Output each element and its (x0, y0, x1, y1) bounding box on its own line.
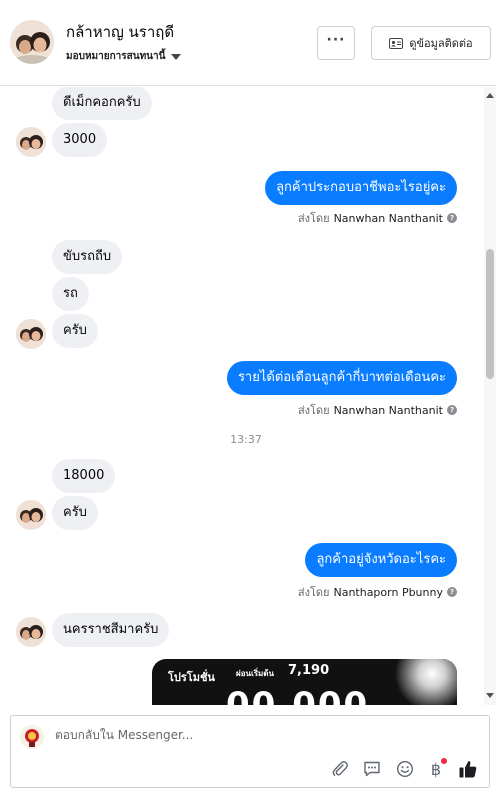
incoming-message: ขับรถถีบ (52, 240, 123, 274)
like-icon[interactable] (457, 758, 479, 780)
sender-name: Nanwhan Nanthanit (333, 403, 443, 417)
promotion-image-message[interactable]: โปรโมชั่น ผ่อนเริ่มต้น 7,190 00,000 (152, 659, 457, 705)
promo-installment: ผ่อนเริ่มต้น (236, 669, 274, 678)
sender-name: Nanwhan Nanthanit (333, 211, 443, 225)
assign-conversation-dropdown[interactable]: มอบหมายการสนทนานี้ (66, 49, 182, 64)
help-icon[interactable]: ? (447, 587, 457, 597)
contact-name[interactable]: กล้าหาญ นราฤดี (66, 20, 174, 44)
more-icon: ··· (326, 32, 346, 48)
promo-label: โปรโมชั่น (168, 671, 215, 684)
contact-avatar-small (16, 319, 46, 349)
outgoing-message: รายได้ต่อเดือนลูกค้ากี่บาทต่อเดือนคะ (226, 361, 457, 395)
view-contact-info-button[interactable]: ดูข้อมูลติดต่อ (371, 26, 491, 60)
sent-by-label: ส่งโดย Nanthaporn Pbunny ? (298, 583, 457, 601)
sent-by-prefix: ส่งโดย (297, 212, 330, 225)
thread-scrollbar[interactable] (484, 87, 496, 705)
contact-avatar-small (16, 617, 46, 647)
emoji-icon[interactable] (394, 758, 416, 780)
reply-input[interactable] (55, 728, 475, 742)
contact-avatar-small (16, 500, 46, 530)
incoming-message: ครับ (52, 496, 98, 530)
message-thread: ดีเม็กคอกครับ 3000 ลูกค้าประกอบอาชีพอะไร… (0, 87, 484, 705)
help-icon[interactable]: ? (447, 213, 457, 223)
scroll-up-arrow-icon[interactable] (486, 93, 494, 98)
caret-down-icon (171, 53, 182, 60)
incoming-message: 18000 (52, 459, 116, 493)
contact-avatar-small (16, 127, 46, 157)
contact-card-icon (389, 37, 404, 49)
payment-icon[interactable]: ฿ (425, 758, 447, 780)
message-timestamp: 13:37 (230, 433, 262, 446)
attach-icon[interactable] (329, 758, 351, 780)
more-button[interactable]: ··· (317, 26, 355, 60)
sent-by-prefix: ส่งโดย (297, 586, 330, 599)
incoming-message: ครับ (52, 314, 98, 348)
incoming-message: นครราชสีมาครับ (52, 613, 170, 647)
contact-info-label: ดูข้อมูลติดต่อ (409, 37, 473, 50)
sender-name: Nanthaporn Pbunny (333, 585, 443, 599)
assign-label: มอบหมายการสนทนานี้ (66, 51, 166, 62)
help-icon[interactable]: ? (447, 405, 457, 415)
promo-glow (392, 659, 457, 705)
scrollbar-thumb[interactable] (486, 249, 494, 379)
page-avatar (20, 725, 44, 749)
sent-by-label: ส่งโดย Nanwhan Nanthanit ? (298, 209, 457, 227)
incoming-message: ดีเม็กคอกครับ (52, 87, 152, 120)
incoming-message: 3000 (52, 123, 108, 157)
outgoing-message: ลูกค้าอยู่จังหวัดอะไรคะ (305, 543, 457, 577)
saved-reply-icon[interactable] (361, 758, 383, 780)
reply-composer: ฿ (10, 715, 490, 788)
promo-price: 7,190 (288, 663, 330, 678)
sent-by-prefix: ส่งโดย (297, 404, 330, 417)
promo-amount: 00,000 (226, 685, 370, 705)
incoming-message: รถ (52, 277, 89, 311)
outgoing-message: ลูกค้าประกอบอาชีพอะไรอยู่คะ (265, 171, 457, 205)
scroll-down-arrow-icon[interactable] (486, 693, 494, 698)
contact-avatar[interactable] (10, 20, 54, 64)
sent-by-label: ส่งโดย Nanwhan Nanthanit ? (298, 401, 457, 419)
conversation-header: กล้าหาญ นราฤดี มอบหมายการสนทนานี้ ··· ดู… (0, 0, 496, 86)
notification-dot (441, 758, 447, 764)
